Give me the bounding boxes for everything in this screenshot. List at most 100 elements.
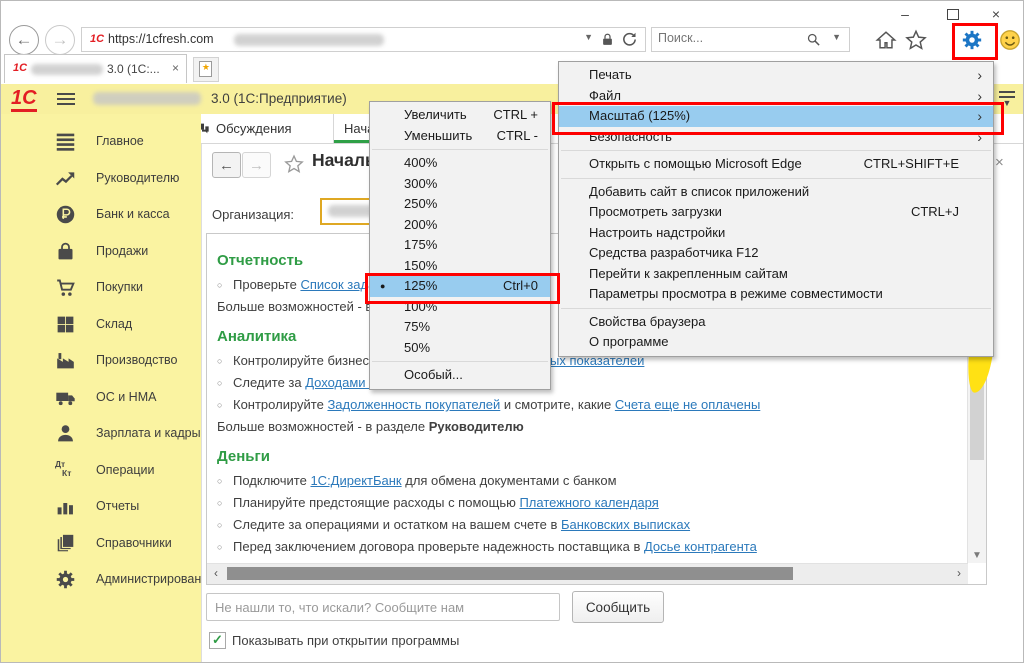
- menu-item-200%[interactable]: 200%: [370, 215, 550, 236]
- menu-item-О программе[interactable]: О программе: [559, 332, 993, 353]
- sidebar-item-Зарплата и кадры[interactable]: Зарплата и кадры: [1, 416, 201, 453]
- url-text[interactable]: https://1cfresh.com: [108, 32, 214, 46]
- menu-item-Печать[interactable]: Печать›: [559, 65, 993, 86]
- bullet-icon: ○: [217, 372, 233, 394]
- new-tab-page-icon: ★: [199, 61, 212, 77]
- sidebar-item-Главное[interactable]: Главное: [1, 124, 201, 161]
- menu-item-50%[interactable]: 50%: [370, 338, 550, 359]
- menu-item-Добавить сайт в список приложений[interactable]: Добавить сайт в список приложений: [559, 182, 993, 203]
- sidebar-item-Администрирование[interactable]: Администрирование: [1, 562, 201, 599]
- history-back-button[interactable]: ←: [212, 152, 241, 178]
- menu-item-Файл[interactable]: Файл›: [559, 86, 993, 107]
- sidebar-item-Склад[interactable]: Склад: [1, 307, 201, 344]
- favorite-star-icon[interactable]: [284, 154, 304, 174]
- menu-item-label: 100%: [404, 299, 437, 314]
- close-form-icon[interactable]: ×: [995, 154, 1004, 171]
- search-icon[interactable]: [806, 32, 821, 47]
- menu-item-Безопасность[interactable]: Безопасность›: [559, 127, 993, 148]
- content-link[interactable]: Платежного календаря: [519, 495, 658, 510]
- sidebar-item-Покупки[interactable]: Покупки: [1, 270, 201, 307]
- scroll-down-icon[interactable]: ▼: [968, 550, 986, 561]
- sidebar-item-label: Руководителю: [96, 171, 179, 185]
- content-link[interactable]: Задолженность покупателей: [327, 397, 500, 412]
- address-bar[interactable]: 1С https://1cfresh.com ▼: [81, 27, 646, 52]
- menu-item-100%[interactable]: 100%: [370, 297, 550, 318]
- history-forward-button[interactable]: →: [242, 152, 271, 178]
- tab-close-icon[interactable]: ×: [172, 61, 179, 75]
- menu-item-125%[interactable]: ●125%Ctrl+0: [370, 276, 550, 297]
- menu-item-400%[interactable]: 400%: [370, 153, 550, 174]
- smiley-feedback-icon[interactable]: [999, 29, 1021, 51]
- sidebar-item-Продажи[interactable]: Продажи: [1, 234, 201, 271]
- feedback-input[interactable]: [206, 593, 560, 621]
- menu-item-250%[interactable]: 250%: [370, 194, 550, 215]
- sidebar-item-Банк и касса[interactable]: Банк и касса: [1, 197, 201, 234]
- tab-discussions[interactable]: Обсуждения: [184, 114, 334, 143]
- menu-item-Масштаб (125%)[interactable]: Масштаб (125%)›: [559, 106, 993, 127]
- truck-icon: [55, 387, 76, 408]
- content-text: для обмена документами с банком: [402, 473, 617, 488]
- main-menu-icon[interactable]: [57, 93, 75, 105]
- menu-item-150%[interactable]: 150%: [370, 256, 550, 277]
- menu-item-label: Средства разработчика F12: [589, 245, 759, 260]
- menu-item-Особый...[interactable]: Особый...: [370, 365, 550, 386]
- content-link[interactable]: Досье контрагента: [644, 539, 757, 554]
- toolbar-menu-icon[interactable]: ▼: [999, 91, 1015, 106]
- settings-gear-icon[interactable]: [961, 29, 983, 51]
- sidebar-item-label: Производство: [96, 353, 178, 367]
- menu-item-175%[interactable]: 175%: [370, 235, 550, 256]
- menu-item-label: 200%: [404, 217, 437, 232]
- menu-item-Открыть с помощью Microsoft Edge[interactable]: Открыть с помощью Microsoft EdgeCTRL+SHI…: [559, 154, 993, 175]
- refresh-icon[interactable]: [621, 31, 638, 48]
- close-window-button[interactable]: ×: [985, 5, 1007, 23]
- site-favicon: 1С: [90, 33, 104, 45]
- content-text: Планируйте предстоящие расходы с помощью: [233, 495, 519, 510]
- menu-item-label: Масштаб (125%): [589, 108, 690, 123]
- sidebar-item-ОС и НМА[interactable]: ОС и НМА: [1, 380, 201, 417]
- menu-item-Параметры просмотра в режиме совместимости[interactable]: Параметры просмотра в режиме совместимос…: [559, 284, 993, 305]
- back-arrow-icon: ←: [16, 30, 33, 49]
- minimize-button[interactable]: –: [894, 5, 916, 23]
- menu-item-Увеличить[interactable]: УвеличитьCTRL +: [370, 105, 550, 126]
- show-on-start-checkbox[interactable]: ✓: [209, 632, 226, 649]
- content-link[interactable]: Банковских выписках: [561, 517, 690, 532]
- forward-button[interactable]: →: [45, 25, 75, 55]
- browser-tab[interactable]: 1С 3.0 (1С:... ×: [4, 54, 187, 83]
- favorites-star-icon[interactable]: [905, 29, 927, 51]
- menu-item-Перейти к закрепленным сайтам[interactable]: Перейти к закрепленным сайтам: [559, 264, 993, 285]
- dropdown-caret-icon[interactable]: ▼: [584, 32, 593, 42]
- menu-item-Свойства браузера[interactable]: Свойства браузера: [559, 312, 993, 333]
- menu-item-Средства разработчика F12[interactable]: Средства разработчика F12: [559, 243, 993, 264]
- new-tab-button[interactable]: ★: [193, 57, 219, 82]
- horizontal-scroll-thumb[interactable]: [227, 567, 793, 580]
- menu-item-label: Перейти к закрепленным сайтам: [589, 266, 788, 281]
- sidebar-item-Производство[interactable]: Производство: [1, 343, 201, 380]
- content-link[interactable]: Счета еще не оплачены: [615, 397, 760, 412]
- menu-item-shortcut: CTRL+J: [911, 202, 959, 223]
- menu-item-Уменьшить[interactable]: УменьшитьCTRL -: [370, 126, 550, 147]
- maximize-button[interactable]: [947, 9, 959, 20]
- sidebar-item-Руководителю[interactable]: Руководителю: [1, 161, 201, 198]
- menu-item-Просмотреть загрузки[interactable]: Просмотреть загрузкиCTRL+J: [559, 202, 993, 223]
- tab-title: 3.0 (1С:...: [107, 62, 160, 76]
- sidebar-item-Отчеты[interactable]: Отчеты: [1, 489, 201, 526]
- search-box[interactable]: ▼: [651, 27, 850, 52]
- menu-item-75%[interactable]: 75%: [370, 317, 550, 338]
- menu-item-label: Файл: [589, 88, 621, 103]
- search-input[interactable]: [656, 30, 790, 46]
- sidebar-item-label: Справочники: [96, 536, 172, 550]
- sidebar-item-Справочники[interactable]: Справочники: [1, 526, 201, 563]
- content-link[interactable]: 1С:ДиректБанк: [310, 473, 401, 488]
- back-button[interactable]: ←: [9, 25, 39, 55]
- lock-icon: [600, 32, 615, 47]
- scroll-right-icon[interactable]: ›: [950, 564, 968, 583]
- blurred-tab-title: [31, 64, 103, 75]
- scroll-left-icon[interactable]: ‹: [207, 564, 225, 583]
- menu-item-300%[interactable]: 300%: [370, 174, 550, 195]
- sidebar-item-Операции[interactable]: ДтКтОперации: [1, 453, 201, 490]
- home-icon[interactable]: [875, 29, 897, 51]
- horizontal-scrollbar[interactable]: ‹ ›: [207, 563, 968, 584]
- search-caret-icon[interactable]: ▼: [832, 32, 841, 42]
- menu-item-Настроить надстройки[interactable]: Настроить надстройки: [559, 223, 993, 244]
- feedback-submit-button[interactable]: Сообщить: [572, 591, 664, 623]
